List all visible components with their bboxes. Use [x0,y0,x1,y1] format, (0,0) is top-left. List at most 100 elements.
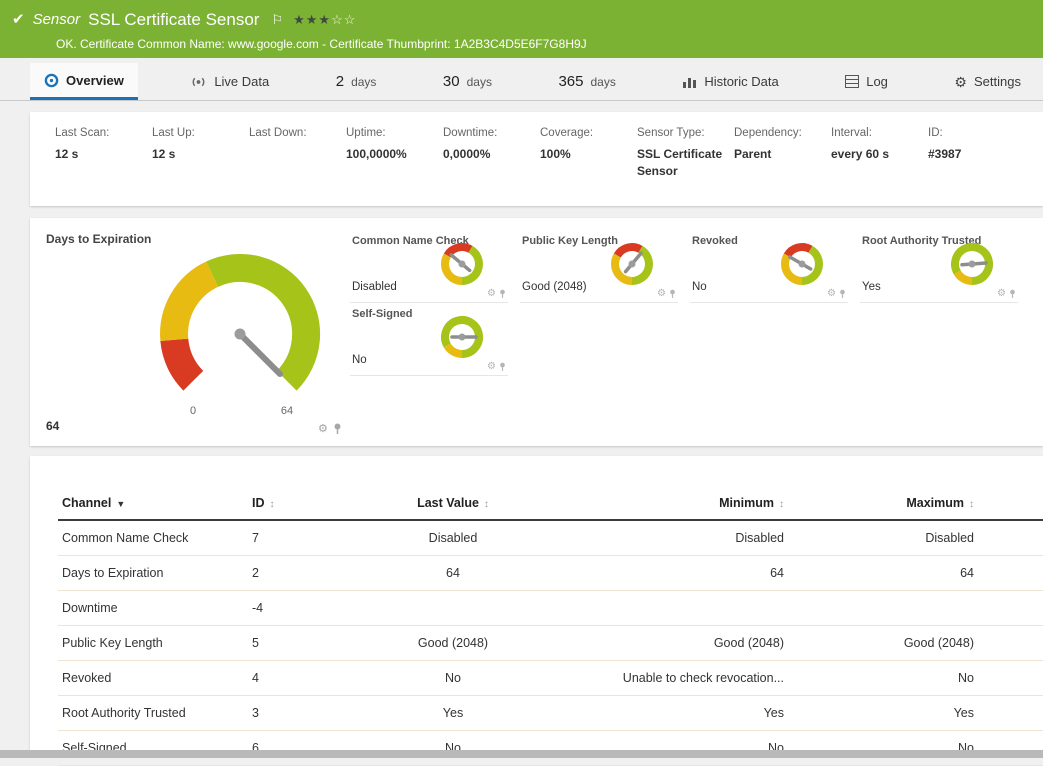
info-uptime: Uptime: 100,0000% [346,127,443,163]
gear-icon[interactable]: ⚙ [487,362,496,372]
info-label: Coverage: [540,127,629,139]
info-label: Downtime: [443,127,532,139]
sort-desc-icon[interactable]: ▼ [116,499,125,509]
flag-icon[interactable]: ⚐ [271,12,283,28]
tab-label: Log [866,74,888,89]
sort-icon[interactable]: ↕ [969,499,974,510]
maximum-cell: Yes [788,696,978,731]
pin-icon[interactable] [499,289,506,299]
sensor-title-row: ✔ Sensor SSL Certificate Sensor ⚐ ★★★☆☆ [12,7,1033,32]
actions-cell: ⚙ [978,696,1043,731]
channel-cell[interactable]: Revoked [58,661,248,696]
channel-cell[interactable]: Common Name Check [58,520,248,556]
info-dependency: Dependency: Parent [734,127,831,163]
table-row[interactable]: Revoked 4 No Unable to check revocation.… [58,661,1043,696]
pin-icon[interactable] [1009,289,1016,299]
table-row[interactable]: Days to Expiration 2 64 64 64 ⚙ [58,556,1043,591]
info-value: 100,0000% [346,146,435,163]
table-row[interactable]: Root Authority Trusted 3 Yes Yes Yes ⚙ [58,696,1043,731]
info-value: 12 s [55,146,144,163]
mini-gauge-icon [948,240,996,288]
mini-gauge-actions: ⚙ [997,289,1016,299]
maximum-cell: No [788,731,978,766]
info-interval: Interval: every 60 s [831,127,928,163]
pin-icon[interactable] [333,423,342,435]
column-header-id[interactable]: ID↕ [248,490,358,520]
gear-icon[interactable]: ⚙ [997,289,1006,299]
maximum-cell: Disabled [788,520,978,556]
mini-gauge-actions: ⚙ [487,362,506,372]
sensor-info-strip: Last Scan: 12 s Last Up: 12 s Last Down:… [30,112,1043,206]
column-header-last-value[interactable]: Last Value↕ [358,490,548,520]
minimum-cell: Good (2048) [548,626,788,661]
gauge-root-authority-trusted[interactable]: Root Authority Trusted Yes ⚙ [860,230,1018,303]
gauge-public-key-length[interactable]: Public Key Length Good (2048) ⚙ [520,230,678,303]
channel-cell[interactable]: Days to Expiration [58,556,248,591]
tab-365-days[interactable]: 365 days [544,63,629,100]
column-header-maximum[interactable]: Maximum ↕ [788,490,978,520]
stars-filled[interactable]: ★★★ [293,12,331,27]
page-title: SSL Certificate Sensor [88,10,259,30]
tab-log[interactable]: Log [831,63,902,100]
mini-gauge-icon [438,313,486,361]
last-value-cell: Yes [358,696,548,731]
info-label: Uptime: [346,127,435,139]
overview-icon [44,73,59,88]
sort-icon[interactable]: ↕ [484,499,489,510]
days-to-expiration-gauge[interactable]: 0 64 [145,234,335,419]
pin-icon[interactable] [839,289,846,299]
gauge-common-name-check[interactable]: Common Name Check Disabled ⚙ [350,230,508,303]
last-value-cell: 64 [358,556,548,591]
tab-settings[interactable]: ⚙ Settings [940,63,1035,100]
tab-historic-data[interactable]: Historic Data [668,63,792,100]
gear-icon[interactable]: ⚙ [657,289,666,299]
bottom-scrollbar[interactable] [0,750,1043,758]
sort-icon[interactable]: ↕ [779,499,784,510]
priority-stars[interactable]: ★★★☆☆ [293,12,356,28]
column-label: Maximum [906,496,964,510]
historic-data-icon [682,75,697,88]
channel-cell[interactable]: Downtime [58,591,248,626]
info-last-scan: Last Scan: 12 s [55,127,152,163]
tab-30-days[interactable]: 30 days [429,63,506,100]
sort-icon[interactable]: ↕ [270,499,275,510]
actions-cell: ⚙ [978,731,1043,766]
gauge-self-signed[interactable]: Self-Signed No ⚙ [350,303,508,376]
pin-icon[interactable] [669,289,676,299]
gear-icon[interactable]: ⚙ [487,289,496,299]
channel-cell[interactable]: Self-Signed [58,731,248,766]
info-value: #3987 [928,146,1017,163]
info-value: SSL Certificate Sensor [637,146,726,181]
info-label: Last Down: [249,127,338,139]
tab-overview[interactable]: Overview [30,63,138,100]
info-downtime: Downtime: 0,0000% [443,127,540,163]
gear-icon[interactable]: ⚙ [827,289,836,299]
minimum-cell: Unable to check revocation... [548,661,788,696]
mini-gauge-title: Self-Signed [352,308,413,320]
pin-icon[interactable] [499,362,506,372]
gauge-scale-max: 64 [281,405,293,417]
info-last-up: Last Up: 12 s [152,127,249,163]
channel-cell[interactable]: Root Authority Trusted [58,696,248,731]
mini-gauge-value: Good (2048) [522,281,587,293]
column-header-minimum[interactable]: Minimum↕ [548,490,788,520]
tab-2-days[interactable]: 2 days [322,63,391,100]
mini-gauge-value: Disabled [352,281,397,293]
tab-day-number: 30 [443,73,460,90]
table-row[interactable]: Public Key Length 5 Good (2048) Good (20… [58,626,1043,661]
column-header-channel[interactable]: Channel▼ [58,490,248,520]
tab-live-data[interactable]: Live Data [176,63,283,100]
table-row[interactable]: Downtime -4 ⚙ [58,591,1043,626]
gear-icon[interactable]: ⚙ [318,424,328,435]
mini-gauge-actions: ⚙ [827,289,846,299]
mini-gauge-title: Public Key Length [522,235,618,247]
table-row[interactable]: Self-Signed 6 No No No ⚙ [58,731,1043,766]
info-value: Parent [734,146,823,163]
table-row[interactable]: Common Name Check 7 Disabled Disabled Di… [58,520,1043,556]
mini-gauge-value: No [692,281,707,293]
channel-cell[interactable]: Public Key Length [58,626,248,661]
gauge-revoked[interactable]: Revoked No ⚙ [690,230,848,303]
maximum-cell: Good (2048) [788,626,978,661]
id-cell: 2 [248,556,358,591]
stars-empty[interactable]: ☆☆ [331,12,356,27]
